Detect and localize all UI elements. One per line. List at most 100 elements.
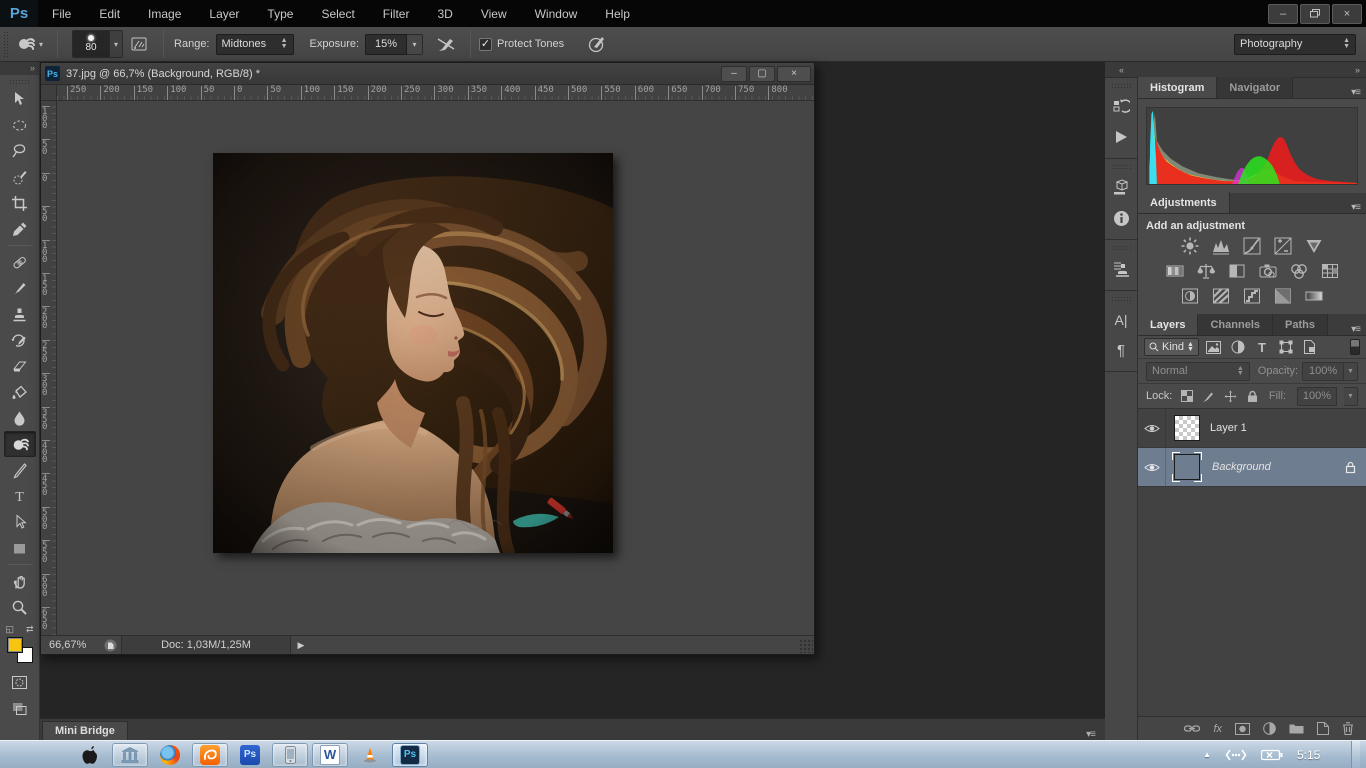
fill-slider-button[interactable]: ▼ — [1344, 387, 1358, 406]
ruler-vertical[interactable]: 1005005010015020025030035040045050055060… — [41, 101, 57, 635]
paint-bucket-tool[interactable] — [4, 379, 36, 405]
history-brush-tool[interactable] — [4, 327, 36, 353]
posterize-icon[interactable] — [1210, 286, 1232, 306]
opacity-input[interactable]: 100% — [1302, 362, 1344, 381]
fill-input[interactable]: 100% — [1297, 387, 1337, 406]
elliptical-marquee-tool[interactable] — [4, 112, 36, 138]
vibrance-icon[interactable] — [1303, 236, 1325, 256]
panel-grip[interactable] — [1111, 83, 1131, 88]
menu-filter[interactable]: Filter — [369, 0, 424, 27]
tab-adjustments[interactable]: Adjustments — [1138, 192, 1230, 213]
new-layer-button[interactable] — [1317, 722, 1329, 735]
invert-icon[interactable] — [1179, 286, 1201, 306]
panel-grip[interactable] — [1111, 245, 1131, 250]
status-menu-arrow-icon[interactable]: ▶ — [291, 640, 311, 651]
history-panel-icon[interactable] — [1108, 95, 1134, 119]
healing-brush-tool[interactable] — [4, 249, 36, 275]
taskbar-item-photoshop[interactable]: Ps — [232, 743, 268, 767]
tab-layers[interactable]: Layers — [1138, 314, 1198, 335]
taskbar-item-uc-browser[interactable] — [192, 743, 228, 767]
layer-row-background[interactable]: Background — [1138, 448, 1366, 487]
lock-image-icon[interactable] — [1201, 389, 1216, 404]
taskbar-item-firefox[interactable] — [152, 743, 188, 767]
collapse-strip-icon[interactable]: « — [1105, 65, 1138, 75]
menu-edit[interactable]: Edit — [85, 0, 134, 27]
curves-icon[interactable] — [1241, 236, 1263, 256]
panel-menu-icon[interactable]: ▾≡ — [1351, 87, 1366, 98]
menu-image[interactable]: Image — [134, 0, 195, 27]
taskbar-item-phone[interactable] — [272, 743, 308, 767]
quick-mask-button[interactable] — [4, 669, 36, 695]
opacity-slider-button[interactable]: ▼ — [1344, 362, 1358, 381]
zoom-tool[interactable] — [4, 594, 36, 620]
type-tool[interactable]: T — [4, 483, 36, 509]
menu-window[interactable]: Window — [521, 0, 592, 27]
menu-select[interactable]: Select — [307, 0, 368, 27]
delete-layer-button[interactable] — [1342, 722, 1354, 735]
blur-tool[interactable] — [4, 405, 36, 431]
app-minimize-button[interactable]: – — [1268, 4, 1298, 24]
app-restore-button[interactable] — [1300, 4, 1330, 24]
channel-mixer-icon[interactable] — [1288, 261, 1310, 281]
ruler-origin-box[interactable] — [41, 85, 57, 101]
exposure-input[interactable]: 15% — [365, 34, 407, 55]
screen-mode-button[interactable] — [4, 695, 36, 721]
lock-transparency-icon[interactable] — [1179, 389, 1194, 404]
window-resize-grip[interactable] — [799, 639, 813, 653]
panel-grip[interactable] — [1111, 164, 1131, 169]
tray-battery-icon[interactable] — [1261, 749, 1283, 761]
app-close-button[interactable]: × — [1332, 4, 1362, 24]
brightness-contrast-icon[interactable] — [1179, 236, 1201, 256]
link-layers-button[interactable] — [1184, 724, 1200, 733]
options-grip[interactable] — [3, 31, 10, 57]
eyedropper-tool[interactable] — [4, 216, 36, 242]
layer-thumbnail[interactable] — [1174, 415, 1200, 441]
crop-tool[interactable] — [4, 190, 36, 216]
document-size-status[interactable]: Doc: 1,03M/1,25M — [121, 636, 291, 654]
layer-filter-toggle[interactable] — [1350, 339, 1360, 355]
paragraph-panel-icon[interactable]: ¶ — [1108, 338, 1134, 362]
tab-navigator[interactable]: Navigator — [1217, 77, 1293, 98]
menu-layer[interactable]: Layer — [195, 0, 253, 27]
menu-view[interactable]: View — [467, 0, 521, 27]
panel-grip[interactable] — [1111, 296, 1131, 301]
move-tool[interactable] — [4, 86, 36, 112]
layer-filter-kind-select[interactable]: Kind ▲▼ — [1144, 338, 1199, 356]
tool-preset-picker[interactable]: ▾ — [10, 35, 49, 53]
character-panel-icon[interactable]: A| — [1108, 308, 1134, 332]
pen-tool[interactable] — [4, 457, 36, 483]
info-panel-icon[interactable] — [1108, 206, 1134, 230]
lock-position-icon[interactable] — [1223, 389, 1238, 404]
exposure-slider-button[interactable]: ▾ — [407, 34, 423, 55]
panel-menu-icon[interactable]: ▾≡ — [1351, 202, 1366, 213]
tray-network-icon[interactable] — [1225, 749, 1247, 761]
black-white-icon[interactable] — [1226, 261, 1248, 281]
quick-selection-tool[interactable] — [4, 164, 36, 190]
tools-collapse-button[interactable]: » — [0, 62, 39, 75]
workspace-switcher[interactable]: Photography ▲▼ — [1234, 34, 1356, 55]
layer-name[interactable]: Background — [1212, 461, 1271, 473]
tray-hidden-icons-button[interactable]: ▲ — [1203, 750, 1211, 759]
clone-stamp-tool[interactable] — [4, 301, 36, 327]
new-group-button[interactable] — [1289, 723, 1304, 734]
document-title-bar[interactable]: Ps 37.jpg @ 66,7% (Background, RGB/8) * … — [41, 63, 814, 85]
start-apple-icon[interactable] — [68, 744, 108, 766]
eraser-tool[interactable] — [4, 353, 36, 379]
toggle-brush-panel-button[interactable] — [126, 31, 152, 57]
layer-style-button[interactable]: fx — [1213, 723, 1222, 735]
doc-maximize-button[interactable]: ▢ — [749, 66, 775, 82]
clone-source-panel-icon[interactable] — [1108, 257, 1134, 281]
doc-close-button[interactable]: × — [777, 66, 811, 82]
layer-row-layer1[interactable]: Layer 1 — [1138, 409, 1366, 448]
hue-saturation-icon[interactable] — [1164, 261, 1186, 281]
layer-name[interactable]: Layer 1 — [1210, 422, 1247, 434]
taskbar-item-library[interactable] — [112, 743, 148, 767]
add-layer-mask-button[interactable] — [1235, 723, 1250, 735]
menu-type[interactable]: Type — [253, 0, 307, 27]
selective-color-icon[interactable] — [1272, 286, 1294, 306]
dodge-burn-tool[interactable] — [4, 431, 36, 457]
exposure-icon[interactable] — [1272, 236, 1294, 256]
foreground-color-swatch[interactable] — [7, 637, 23, 653]
threshold-icon[interactable] — [1241, 286, 1263, 306]
filter-type-layers-icon[interactable]: T — [1253, 339, 1271, 355]
